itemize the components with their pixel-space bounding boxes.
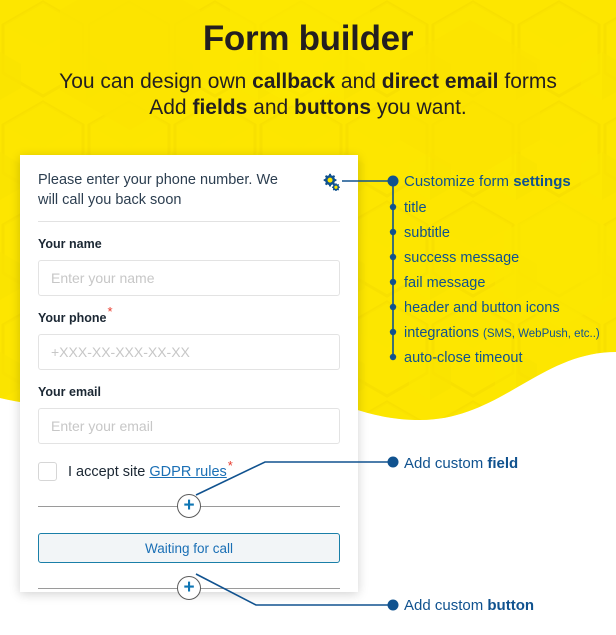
gdpr-text-before: I accept site xyxy=(68,463,150,480)
annotation-text-bold: settings xyxy=(513,173,571,190)
subtitle-line-1: You can design own callback and direct e… xyxy=(0,69,616,95)
gdpr-label: I accept site GDPR rules* xyxy=(68,459,233,480)
gdpr-row: I accept site GDPR rules* xyxy=(38,459,340,482)
annotation-text: Add custom xyxy=(404,455,488,472)
annotation-customize-settings: Customize form settings xyxy=(404,174,571,189)
subtitle-2a: Add xyxy=(149,95,193,119)
annotation-subtitle: subtitle xyxy=(404,225,450,241)
form-header-text: Please enter your phone number. We will … xyxy=(38,172,278,208)
field-label: Your name xyxy=(38,237,102,252)
annotation-text: integrations xyxy=(404,325,483,341)
email-input-placeholder: Enter your email xyxy=(51,418,153,435)
plus-icon: + xyxy=(183,576,195,598)
page-subtitle: You can design own callback and direct e… xyxy=(0,69,616,122)
annotation-success-message: success message xyxy=(404,250,520,266)
annotation-auto-close-timeout: auto-close timeout xyxy=(404,350,523,366)
form-header: Please enter your phone number. We will … xyxy=(38,171,340,210)
submit-button-label: Waiting for call xyxy=(144,540,234,556)
field-label: Your email xyxy=(38,385,101,400)
subtitle-2c: and xyxy=(247,95,295,119)
annotation-text-small: (SMS, WebPush, etc..) xyxy=(483,328,600,340)
annotation-header-button-icons: header and button icons xyxy=(404,300,560,316)
annotation-add-custom-button: Add custom button xyxy=(404,598,534,613)
page-root: Form builder You can design own callback… xyxy=(0,0,616,635)
required-asterisk: * xyxy=(107,303,113,319)
annotation-title: title xyxy=(404,200,427,216)
subtitle-1e: forms xyxy=(498,69,557,93)
submit-button[interactable]: Waiting for call xyxy=(38,533,340,564)
add-button-row: + xyxy=(38,575,340,601)
phone-input[interactable]: +XXX-XX-XXX-XX-XX xyxy=(38,334,340,371)
form-preview-card: Please enter your phone number. We will … xyxy=(20,155,358,601)
subtitle-2b: fields xyxy=(192,95,248,119)
annotation-text-bold: field xyxy=(487,455,519,472)
field-label: Your phone xyxy=(38,311,107,326)
gdpr-checkbox[interactable] xyxy=(38,462,57,482)
subtitle-1b: callback xyxy=(252,69,336,93)
phone-input-placeholder: +XXX-XX-XXX-XX-XX xyxy=(51,344,190,361)
gdpr-required-asterisk: * xyxy=(227,457,233,473)
subtitle-line-2: Add fields and buttons you want. xyxy=(0,95,616,121)
annotation-text-bold: button xyxy=(487,597,535,614)
gdpr-rules-link[interactable]: GDPR rules xyxy=(149,464,226,480)
subtitle-1a: You can design own xyxy=(59,69,253,93)
cogs-icon[interactable] xyxy=(322,173,340,192)
add-button-plus-button[interactable]: + xyxy=(177,576,201,601)
form-field-phone: Your phone* +XXX-XX-XXX-XX-XX xyxy=(38,305,340,371)
subtitle-2d: buttons xyxy=(294,95,372,119)
annotation-text: Customize form xyxy=(404,173,514,190)
name-input-placeholder: Enter your name xyxy=(51,270,155,287)
name-input[interactable]: Enter your name xyxy=(38,260,340,297)
subtitle-2e: you want. xyxy=(371,95,467,119)
annotation-integrations: integrations (SMS, WebPush, etc..) xyxy=(404,326,600,341)
annotation-fail-message: fail message xyxy=(404,275,486,291)
annotation-add-custom-field: Add custom field xyxy=(404,456,518,471)
subtitle-1c: and xyxy=(335,69,382,93)
plus-icon: + xyxy=(183,494,195,516)
subtitle-1d: direct email xyxy=(381,69,499,93)
hero-section: Form builder You can design own callback… xyxy=(0,0,616,121)
annotation-text: Add custom xyxy=(404,597,488,614)
page-title: Form builder xyxy=(202,19,414,58)
add-field-plus-button[interactable]: + xyxy=(177,494,201,519)
email-input[interactable]: Enter your email xyxy=(38,408,340,445)
add-field-row: + xyxy=(38,493,340,519)
form-field-email: Your email Enter your email xyxy=(38,383,340,445)
form-field-name: Your name Enter your name xyxy=(38,235,340,297)
header-divider xyxy=(38,221,340,223)
